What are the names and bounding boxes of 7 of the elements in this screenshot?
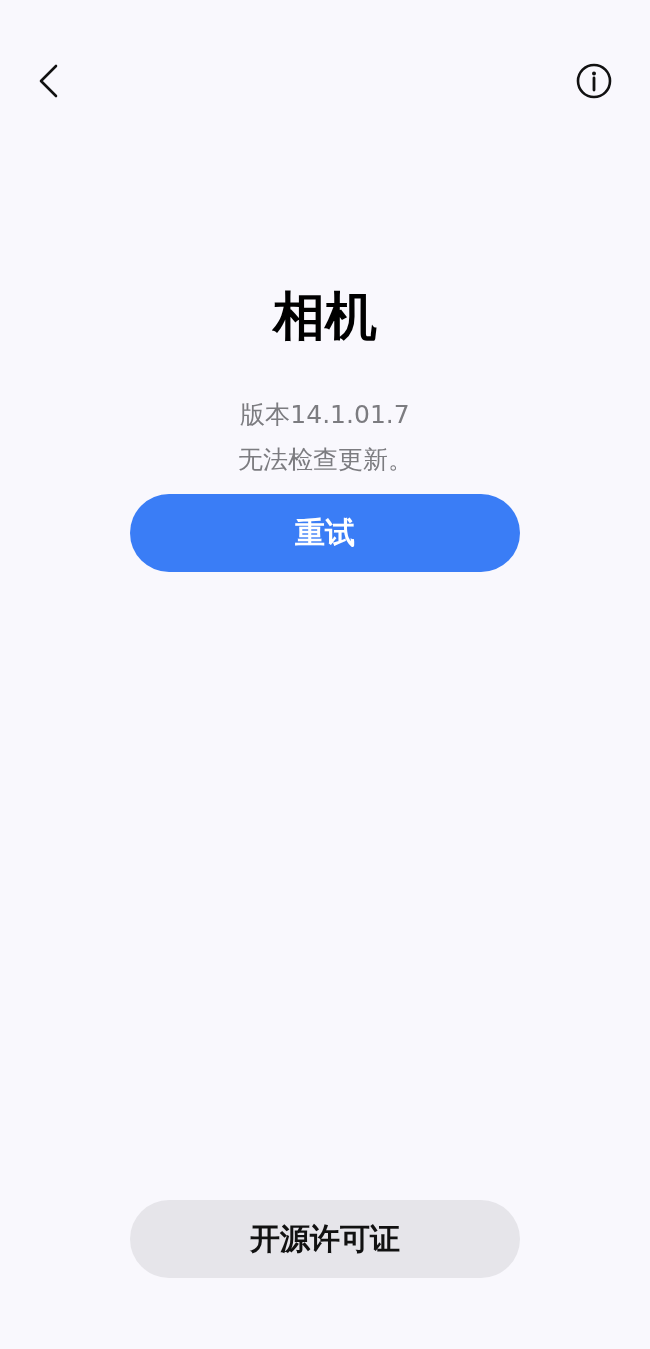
- license-button[interactable]: 开源许可证: [130, 1200, 520, 1278]
- back-icon[interactable]: [38, 64, 58, 98]
- status-text: 无法检查更新。: [237, 444, 413, 476]
- retry-button[interactable]: 重试: [130, 494, 520, 572]
- info-icon[interactable]: [576, 63, 612, 99]
- app-title: 相机: [273, 285, 377, 348]
- version-text: 版本14.1.01.7: [240, 399, 410, 431]
